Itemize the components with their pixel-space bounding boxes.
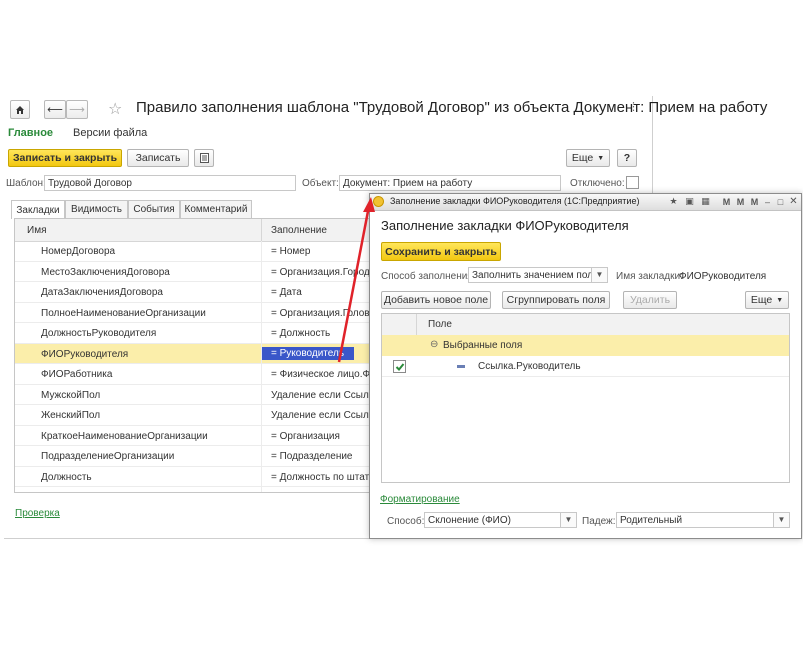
arrow-head [363,197,375,212]
arrow-line [337,205,371,363]
annotation-arrow [337,197,375,363]
